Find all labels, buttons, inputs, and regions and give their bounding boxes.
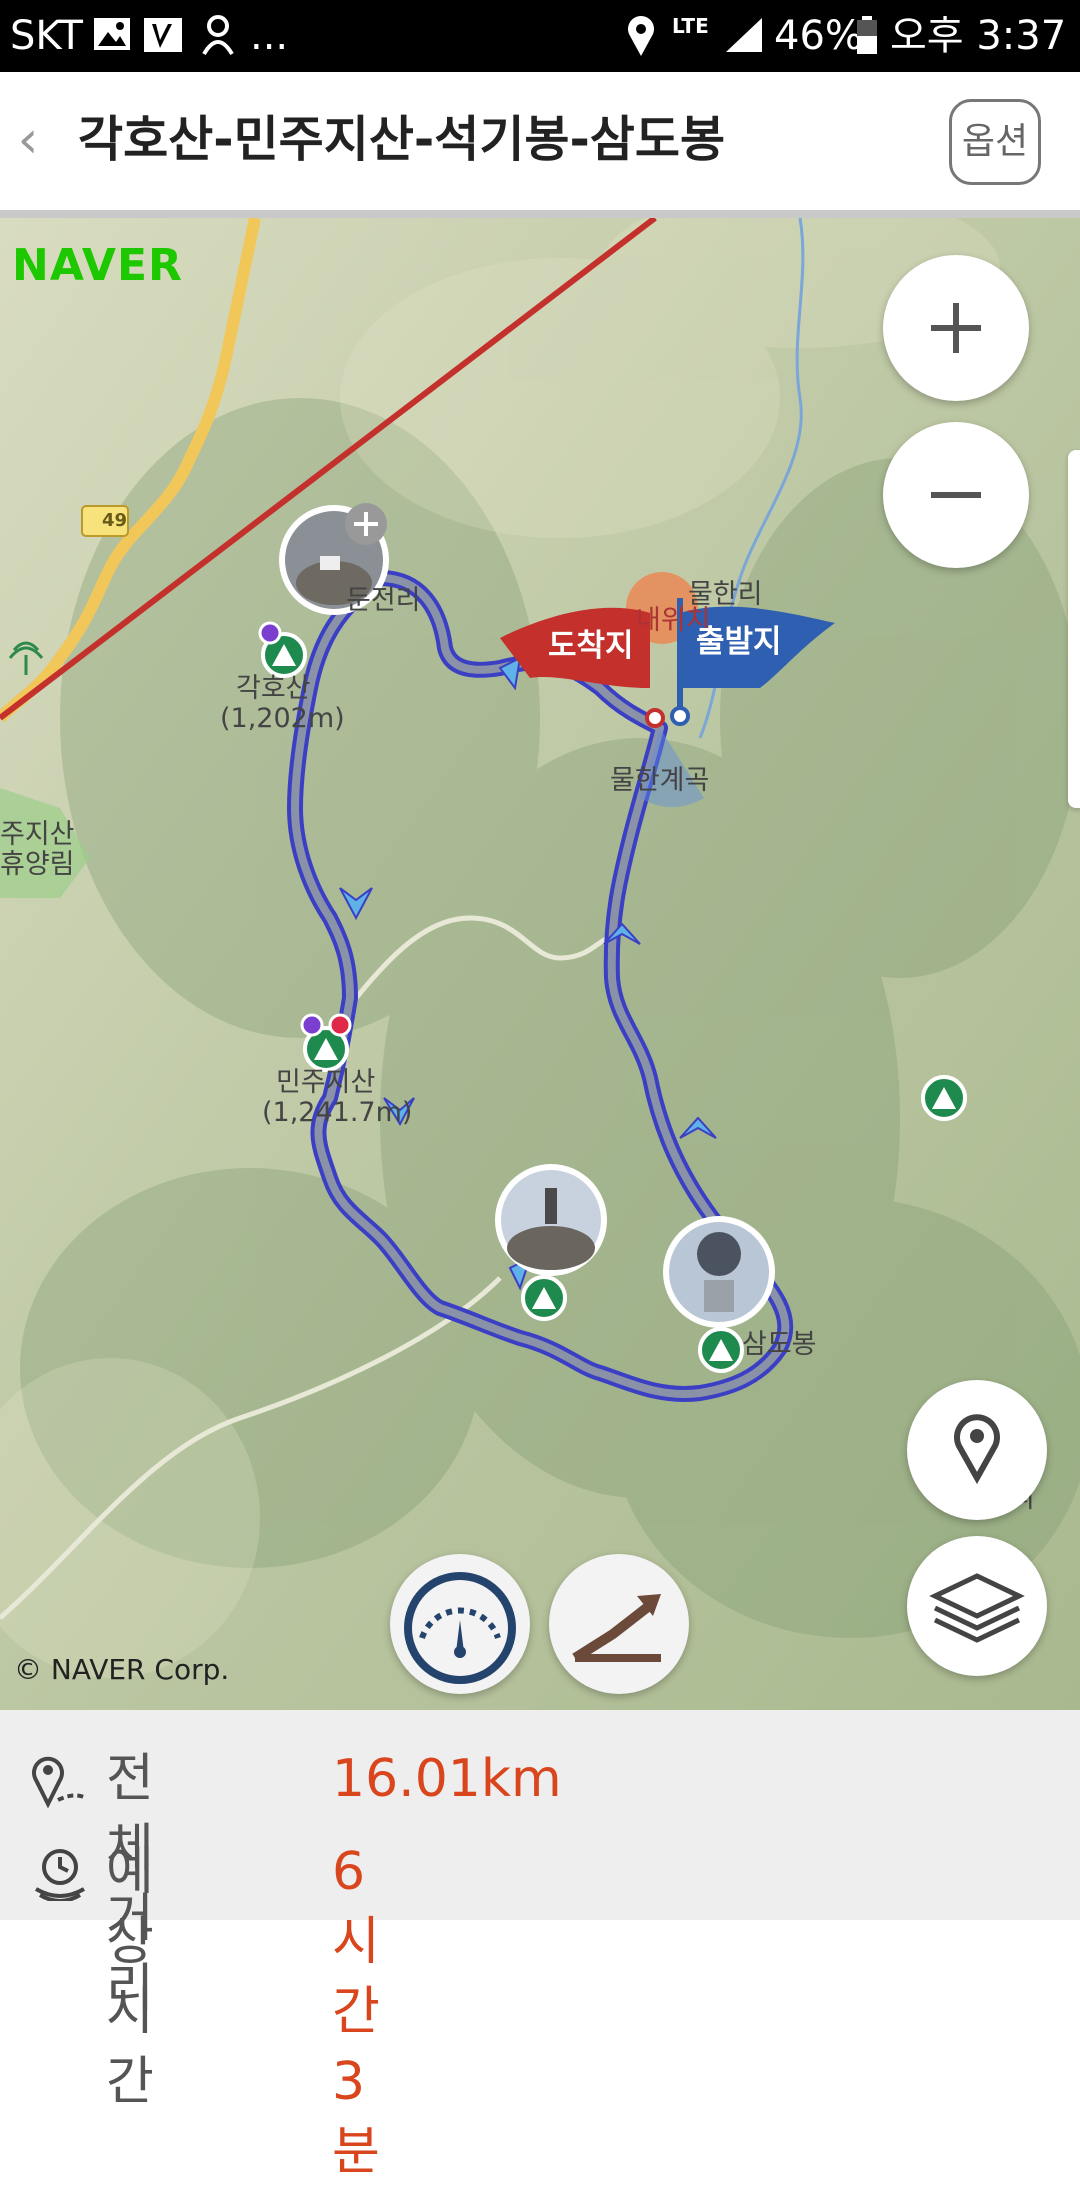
naver-logo: NAVER: [12, 240, 183, 291]
peak-marker-east[interactable]: [921, 1075, 967, 1121]
minus-icon: [931, 492, 981, 498]
departure-point: [670, 706, 690, 726]
image-notification-icon: [92, 16, 132, 56]
signal-icon: [724, 16, 764, 58]
carrier-label: SKT: [10, 13, 83, 59]
status-bar: SKT ... LTE 46% 오후 3:37: [0, 0, 1080, 72]
peak-name-gakho: 각호산: [236, 673, 311, 704]
options-button[interactable]: 옵션: [949, 99, 1041, 185]
app-notification-icon: [142, 14, 184, 60]
peak-height-gakho: (1,202m): [220, 703, 345, 734]
peak-marker-seokgi[interactable]: [521, 1275, 567, 1321]
map-copyright: © NAVER Corp.: [14, 1653, 230, 1686]
map-view[interactable]: NAVER © NAVER Corp. 둔전리 물한리 내위치 물한계곡 주지산…: [0, 218, 1080, 1710]
arrival-flag-label: 도착지: [548, 628, 634, 664]
back-button[interactable]: ‹: [8, 108, 48, 172]
place-label-forest-2: 휴양림: [0, 849, 75, 880]
zoom-out-button[interactable]: [883, 422, 1029, 568]
speed-button[interactable]: [390, 1554, 530, 1694]
departure-flag-label: 출발지: [696, 624, 782, 660]
place-label-valley: 물한계곡: [610, 765, 710, 796]
battery-percent: 46%: [774, 13, 863, 59]
layers-icon: [929, 1573, 1025, 1643]
distance-value: 16.01km: [332, 1749, 562, 1809]
place-label-forest-1: 주지산: [0, 819, 75, 850]
battery-icon: [856, 16, 878, 60]
location-pin-icon: [954, 1414, 1000, 1485]
elevation-button[interactable]: [549, 1554, 689, 1694]
page-title: 각호산-민주지산-석기봉-삼도봉: [78, 111, 726, 168]
waypoint-marker: [300, 1013, 324, 1037]
elevation-icon: [572, 1594, 661, 1663]
layers-button[interactable]: [907, 1536, 1047, 1676]
photo-thumbnail-seokgi[interactable]: [495, 1164, 607, 1276]
place-label-dunjeon: 둔전리: [346, 585, 421, 616]
clock: 오후 3:37: [890, 13, 1067, 59]
time-value: 6시간 3분: [332, 1842, 380, 2182]
plus-icon: [931, 303, 981, 353]
zoom-in-button[interactable]: [883, 255, 1029, 401]
peak-height-minju: (1,241.7m): [262, 1097, 413, 1128]
add-photo-icon[interactable]: [345, 503, 387, 545]
chevron-left-icon: ‹: [17, 110, 39, 170]
header-divider: [0, 210, 1080, 218]
side-panel-handle[interactable]: [1068, 450, 1080, 808]
peak-name-minju: 민주지산: [276, 1067, 376, 1098]
my-location-button[interactable]: [907, 1380, 1047, 1520]
person-icon: [200, 14, 236, 60]
road-number: 49: [102, 510, 128, 531]
location-status-icon: [624, 14, 658, 62]
arrival-point: [645, 708, 665, 728]
top-bar: ‹ 각호산-민주지산-석기봉-삼도봉 옵션: [0, 72, 1080, 210]
time-label: 예상시간: [106, 1842, 154, 2112]
route-summary-panel: 전체거리 16.01km 예상시간 6시간 3분: [0, 1710, 1080, 2182]
peak-marker-samdo[interactable]: [698, 1327, 744, 1373]
waypoint-marker: [258, 621, 282, 645]
place-label-samdo: 삼도봉: [742, 1329, 817, 1360]
photo-thumbnail-samdo[interactable]: [663, 1216, 775, 1328]
speedometer-icon: [404, 1572, 516, 1684]
network-type: LTE: [672, 14, 709, 38]
clock-icon: [34, 1849, 86, 1901]
distance-icon: [32, 1756, 87, 1808]
cctv-marker: [328, 1013, 352, 1037]
more-notifications: ...: [250, 13, 289, 59]
